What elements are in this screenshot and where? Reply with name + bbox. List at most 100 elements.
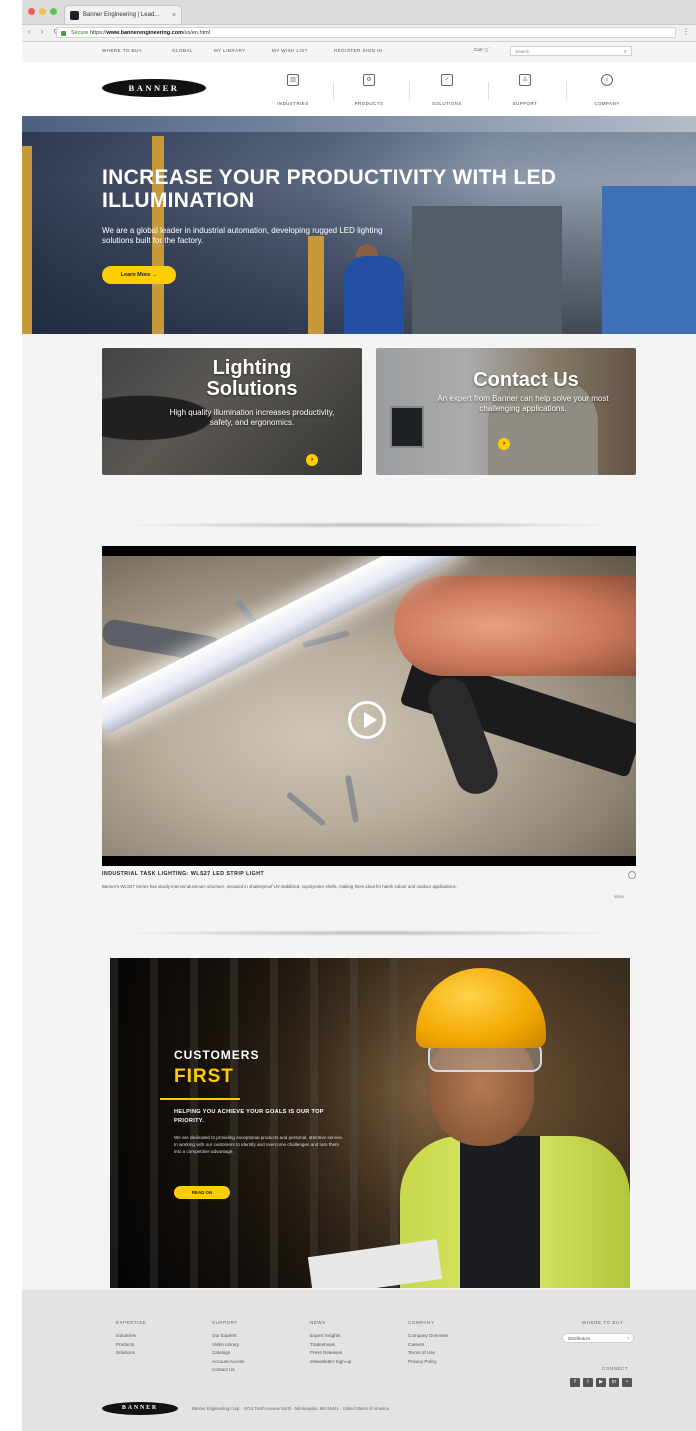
video-icon[interactable]: ▪ [622,1378,632,1387]
social-links: f t ▶ in ▪ [570,1378,632,1387]
secure-label: Secure [71,30,89,36]
where-to-buy-link[interactable]: Where to Buy [102,48,142,53]
video-more-link[interactable]: More [614,894,624,899]
footer-link[interactable]: Contact Us [212,1366,244,1375]
footer-link[interactable]: Terms of Use [408,1349,448,1358]
card-title: Contact Us [473,369,579,391]
video-player[interactable] [102,546,636,866]
hero-banner: Increase your productivity with LED illu… [22,116,696,334]
read-on-button[interactable]: Read On [174,1186,230,1199]
lighting-solutions-card[interactable]: Lighting Solutions High quality illuminat… [102,348,362,475]
nav-solutions[interactable]: ✓ Solutions [412,74,482,110]
nav-support[interactable]: ♙ Support [490,74,560,110]
close-window-button[interactable] [28,8,35,15]
where-to-buy-select[interactable]: Distributors › [562,1333,634,1343]
global-link[interactable]: Global [172,48,193,53]
footer-heading: News [310,1320,326,1325]
my-library-link[interactable]: My Library [214,48,246,53]
cf-hard-hat [416,968,546,1048]
video-screw [302,629,350,649]
browser-tab[interactable]: Banner Engineering | Lead... × [64,5,182,24]
cart-link[interactable]: Cart 🛒 [474,47,490,53]
video-screw [285,791,327,827]
footer-link[interactable]: Video Library [212,1341,244,1350]
footer-link[interactable]: Account Access [212,1358,244,1367]
arrow-right-icon[interactable]: › [498,438,510,450]
address-bar[interactable]: Secure https://www.bannerengineering.com… [56,27,676,38]
tab-title: Banner Engineering | Lead... [83,12,160,18]
search-icon[interactable]: ⌕ [624,47,627,57]
footer-link[interactable]: Products [116,1341,146,1350]
nav-industries[interactable]: ▥ Industries [258,74,328,110]
footer-heading: Support [212,1320,238,1325]
footer-banner-logo[interactable]: BANNER [102,1402,178,1415]
play-icon[interactable] [348,701,386,739]
footer-link[interactable]: Solutions [116,1349,146,1358]
nav-company[interactable]: i Company [572,74,642,110]
my-wish-list-link[interactable]: My Wish List [272,48,308,53]
cf-body: We are dedicated to providing exceptiona… [174,1135,344,1154]
nav-products[interactable]: ⚙ Products [334,74,404,110]
cart-label: Cart [474,47,483,52]
url-path: /us/en.html [183,30,210,36]
learn-more-button[interactable]: Learn More → [102,266,176,284]
footer-link[interactable]: Expert Insights [310,1332,351,1341]
minimize-window-button[interactable] [39,8,46,15]
play-triangle [364,712,377,728]
address-bar-row: ‹ › ⟳ Secure https://www.bannerengineeri… [22,25,696,42]
nav-support-label: Support [512,101,538,106]
card-description: High quality illumination increases prod… [169,408,335,427]
footer-link[interactable]: Privacy Policy [408,1358,448,1367]
card-title: Lighting Solutions [102,358,362,400]
footer-link[interactable]: Careers [408,1341,448,1350]
footer-link[interactable]: Company Overview [408,1332,448,1341]
browser-tab-strip: Banner Engineering | Lead... × [22,0,696,25]
hero-worker [344,256,404,334]
contact-us-card[interactable]: Contact Us An expert from Banner can hel… [376,348,636,475]
banner-logo[interactable]: BANNER [102,79,206,97]
footer-column-company: Company Company Overview Careers Terms o… [408,1320,448,1366]
search-input[interactable]: Search ⌕ [510,46,632,56]
nav-divider [488,82,489,100]
close-tab-icon[interactable]: × [172,6,176,24]
footer-link[interactable]: Tradeshows [310,1341,351,1350]
cf-accent-line [160,1098,240,1100]
nav-products-label: Products [354,101,384,106]
where-to-buy-title: Where to Buy [582,1320,624,1325]
browser-window: Banner Engineering | Lead... × ‹ › ⟳ Sec… [22,0,696,1431]
footer-link[interactable]: eNewsletter Sign-up [310,1358,351,1367]
youtube-icon[interactable]: ▶ [596,1378,606,1387]
footer: Expertise Industries Products Solutions … [22,1290,696,1431]
share-icon[interactable] [628,871,636,879]
maximize-window-button[interactable] [50,8,57,15]
video-hand [394,576,636,676]
linkedin-icon[interactable]: in [609,1378,619,1387]
footer-heading: Company [408,1320,435,1325]
window-controls [28,8,57,15]
gear-icon: ⚙ [363,74,375,86]
cf-eyebrow: Customers [174,1048,260,1062]
arrow-right-icon[interactable]: › [306,454,318,466]
section-divider [132,522,606,528]
footer-link[interactable]: Press Releases [310,1349,351,1358]
footer-link[interactable]: Industries [116,1332,146,1341]
card-title-line: Lighting [212,357,292,379]
check-icon: ✓ [441,74,453,86]
customers-first-banner: Customers First Helping you achieve your… [110,958,630,1288]
register-sign-in-link[interactable]: Register Sign In [334,48,382,53]
footer-link[interactable]: Catalogs [212,1349,244,1358]
cart-icon: 🛒 [483,47,490,52]
footer-link[interactable]: Our Experts [212,1332,244,1341]
hero-rack [308,236,324,334]
footer-column-expertise: Expertise Industries Products Solutions [116,1320,146,1358]
twitter-icon[interactable]: t [583,1378,593,1387]
browser-menu-icon[interactable]: ⋮ [682,27,690,36]
nav-divider [566,82,567,100]
section-divider [132,930,606,936]
facebook-icon[interactable]: f [570,1378,580,1387]
hero-ceiling [22,116,696,132]
card-title-line: Solutions [206,378,298,400]
lock-icon [61,31,66,36]
video-title: Industrial Task Lighting: WLS27 LED Stri… [102,871,265,877]
footer-heading: Expertise [116,1320,147,1325]
